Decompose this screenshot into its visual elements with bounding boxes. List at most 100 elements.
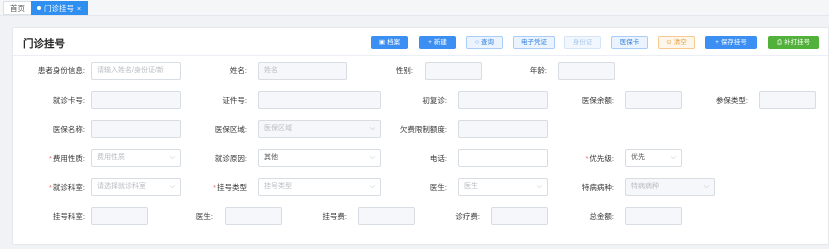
diagnosis-fee-input[interactable] (491, 207, 548, 225)
page-title: 门诊挂号 (23, 38, 65, 50)
id-no-input[interactable] (258, 91, 381, 109)
priority-value: 优先 (631, 154, 645, 161)
special-disease-label: 特病病种: (581, 183, 614, 192)
insurance-region-placeholder: 医保区域 (264, 125, 292, 132)
registration-fee-input[interactable] (358, 207, 415, 225)
registration-department-label: 挂号科室: (52, 212, 85, 221)
visit-reason-value: 其他 (264, 154, 278, 161)
doctor-select[interactable]: 医生 ⌵ (458, 178, 548, 196)
insurance-type-input[interactable] (759, 91, 816, 109)
close-icon[interactable]: × (77, 6, 81, 13)
save-registration-button-label: 保存挂号 (720, 39, 747, 46)
chevron-down-icon: ⌵ (369, 154, 375, 161)
doctor-label: 医生: (195, 212, 213, 221)
department-select[interactable]: 请选择就诊科室 ⌵ (91, 178, 181, 196)
tab-home[interactable]: 首页 (3, 1, 32, 15)
registration-type-label: *挂号类型 (203, 183, 247, 193)
insurance-region-select[interactable]: 医保区域 ⌵ (258, 120, 381, 138)
name-label: 姓名: (229, 66, 247, 75)
tab-outpatient-registration[interactable]: 门诊挂号 × (31, 1, 89, 15)
insurance-card-button[interactable]: 医保卡 (611, 36, 648, 49)
new-button[interactable]: + 新建 (419, 36, 456, 49)
card-no-label: 就诊卡号: (52, 96, 85, 105)
divider (13, 55, 828, 56)
reprint-registration-button[interactable]: ⎙ 补打挂号 (768, 36, 819, 49)
archive-button[interactable]: ▣ 档案 (371, 36, 408, 49)
age-input[interactable] (558, 62, 615, 80)
registration-department-input[interactable] (91, 207, 148, 225)
id-card-button[interactable]: 身份证 (564, 36, 601, 49)
chevron-down-icon: ⌵ (169, 154, 175, 161)
department-placeholder: 请选择就诊科室 (97, 183, 146, 190)
registration-type-label-text: 挂号类型 (217, 183, 247, 192)
plus-icon: + (428, 39, 432, 46)
insurance-balance-input[interactable] (625, 91, 682, 109)
chevron-down-icon: ⌵ (369, 125, 375, 132)
fee-nature-placeholder: 费用性质 (97, 154, 125, 161)
e-voucher-button[interactable]: 电子凭证 (513, 36, 555, 49)
clear-button-label: 清空 (673, 39, 687, 46)
gender-input[interactable] (425, 62, 482, 80)
fee-nature-label-text: 费用性质: (52, 154, 85, 163)
total-amount-input[interactable] (625, 207, 682, 225)
e-voucher-button-label: 电子凭证 (521, 39, 547, 46)
chevron-down-icon: ⌵ (703, 183, 709, 190)
phone-input[interactable] (458, 149, 548, 167)
required-mark: * (48, 154, 52, 163)
doctor-display-input[interactable] (225, 207, 282, 225)
visit-reason-select[interactable]: 其他 ⌵ (258, 149, 381, 167)
registration-panel: 门诊挂号 ▣ 档案 + 新建 ○ 查询 电子凭证 身份证 医保卡 ⊙ 清空 + 保存挂号 … (12, 27, 829, 245)
fee-nature-select[interactable]: 费用性质 ⌵ (91, 149, 181, 167)
name-input[interactable]: 姓名 (258, 62, 347, 80)
insurance-region-label: 医保区域: (214, 125, 247, 134)
archive-icon: ▣ (378, 39, 386, 46)
total-amount-label: 总金额: (589, 212, 614, 221)
visit-type-label: 初复诊: (422, 96, 447, 105)
insurance-name-input[interactable] (91, 120, 181, 138)
new-button-label: 新建 (433, 39, 447, 46)
required-mark: * (213, 183, 216, 192)
print-icon: ⎙ (776, 39, 783, 46)
reprint-registration-button-label: 补打挂号 (784, 39, 811, 46)
insurance-card-button-label: 医保卡 (619, 39, 640, 46)
arrears-limit-label: 欠费限制额度: (399, 125, 447, 134)
search-button-label: 查询 (480, 39, 494, 46)
doctor-label: 医生: (429, 183, 447, 192)
arrears-limit-input[interactable] (458, 120, 548, 138)
diagnosis-fee-label: 诊疗费: (455, 212, 480, 221)
doctor-placeholder: 医生 (464, 183, 478, 190)
phone-label: 电话: (429, 154, 447, 163)
special-disease-placeholder: 特病病种 (631, 183, 659, 190)
priority-select[interactable]: 优先 ⌵ (625, 149, 682, 167)
archive-button-label: 档案 (387, 39, 401, 46)
chevron-down-icon: ⌵ (169, 183, 175, 190)
priority-label: *优先级: (568, 154, 614, 164)
visit-type-input[interactable] (458, 91, 548, 109)
chevron-down-icon: ⌵ (369, 183, 375, 190)
insurance-name-label: 医保名称: (52, 125, 85, 134)
search-button[interactable]: ○ 查询 (466, 36, 503, 49)
tab-active-label: 门诊挂号 (44, 4, 74, 13)
active-dot-icon (37, 6, 41, 10)
save-registration-button[interactable]: + 保存挂号 (705, 36, 757, 49)
registration-type-placeholder: 挂号类型 (264, 183, 292, 190)
patient-id-input[interactable]: 请输入姓名/身份证/新 (91, 62, 181, 80)
patient-id-label: 患者身份信息: (37, 66, 85, 75)
gender-label: 性别: (395, 66, 413, 75)
special-disease-select[interactable]: 特病病种 ⌵ (625, 178, 715, 196)
chevron-down-icon: ⌵ (670, 154, 676, 161)
id-card-button-label: 身份证 (572, 39, 593, 46)
registration-type-select[interactable]: 挂号类型 ⌵ (258, 178, 381, 196)
clear-button[interactable]: ⊙ 清空 (658, 36, 695, 49)
id-no-label: 证件号: (222, 96, 247, 105)
insurance-balance-label: 医保余额: (581, 96, 614, 105)
required-mark: * (585, 154, 589, 163)
card-no-input[interactable] (91, 91, 181, 109)
chevron-down-icon: ⌵ (536, 183, 542, 190)
fee-nature-label: *费用性质: (13, 154, 85, 164)
required-mark: * (48, 183, 52, 192)
clear-icon: ⊙ (666, 39, 672, 46)
tab-home-label: 首页 (10, 4, 25, 13)
registration-fee-label: 挂号费: (322, 212, 347, 221)
visit-reason-label: 就诊原因: (214, 154, 247, 163)
